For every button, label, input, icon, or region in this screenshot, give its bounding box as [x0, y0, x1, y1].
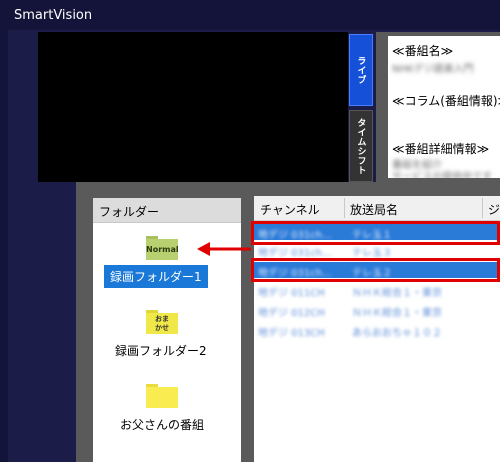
detail-line-2: サービスの提供中です	[392, 172, 492, 178]
column-header-station[interactable]: 放送局名	[350, 201, 398, 218]
video-viewer[interactable]	[38, 32, 348, 182]
window-title: SmartVision	[14, 8, 93, 23]
folder-item-3[interactable]: お父さんの番組	[120, 416, 204, 433]
omakase-folder-icon[interactable]: おま かせ	[146, 310, 178, 334]
normal-folder-icon[interactable]: Normal	[146, 236, 179, 260]
list-row[interactable]: 地デジ 013CH あらおおちゃ１０２	[254, 322, 500, 339]
highlight-box-2	[251, 258, 500, 282]
column-heading: ≪コラム(番組情報)≫	[392, 94, 500, 108]
detail-heading: ≪番組詳細情報≫	[392, 142, 490, 156]
tab-live[interactable]: ライブ	[349, 34, 373, 106]
highlight-box-1	[251, 221, 500, 245]
folder-icon[interactable]	[146, 384, 178, 408]
list-header: チャンネル 放送局名 ジ	[254, 196, 500, 221]
folder-item-1[interactable]: 録画フォルダー1	[104, 265, 208, 288]
folder-item-2[interactable]: 録画フォルダー2	[115, 342, 207, 359]
annotation-arrow-icon	[197, 242, 251, 256]
folder-pane-header: フォルダー	[93, 198, 241, 223]
program-name-heading: ≪番組名≫	[392, 44, 454, 58]
title-bar: SmartVision	[0, 0, 500, 30]
list-row[interactable]: 地デジ 011CH ＮＨＫ総合１・東京	[254, 282, 500, 299]
folder-header-label: フォルダー	[99, 205, 160, 219]
list-row[interactable]: 地デジ 012CH ＮＨＫ総合１・東京	[254, 302, 500, 319]
column-header-genre[interactable]: ジ	[488, 201, 500, 218]
program-info-panel: ≪番組名≫ NHKデジ語楽入門 ≪コラム(番組情報)≫ ≪番組詳細情報≫ 番組を…	[388, 36, 500, 178]
tab-timeshift[interactable]: タイムシフト	[349, 110, 373, 182]
program-name-value: NHKデジ語楽入門	[392, 64, 474, 75]
column-header-channel[interactable]: チャンネル	[260, 201, 320, 218]
